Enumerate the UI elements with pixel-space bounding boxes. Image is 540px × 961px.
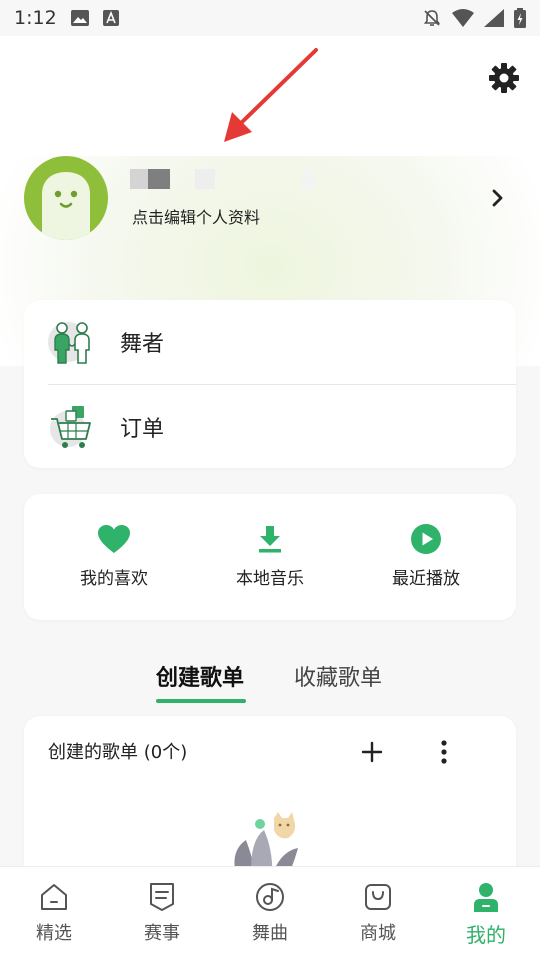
nav-item-dance-music[interactable]: 舞曲 [230,881,310,945]
add-icon[interactable] [360,740,384,764]
event-icon [150,883,174,911]
image-notification-icon [70,10,89,26]
nav-item-mine[interactable]: 我的 [446,881,526,948]
ghost-avatar-icon [42,172,90,240]
menu-item-dancer[interactable]: 舞者 [24,300,516,384]
bottom-navigation: 精选 赛事 舞曲 商城 我的 [0,866,540,961]
heart-icon [98,525,130,553]
playlist-tabs: 创建歌单 收藏歌单 [0,656,540,704]
menu-item-label: 舞者 [120,332,165,357]
profile-icon [474,883,498,912]
menu-item-orders[interactable]: 订单 [24,385,516,469]
app-notification-icon [102,10,119,26]
nav-label: 商城 [360,923,396,944]
quick-actions-card: 我的喜欢 本地音乐 最近播放 [24,494,516,620]
play-circle-icon [411,524,441,554]
status-time: 1:12 [14,7,57,29]
more-vertical-icon[interactable] [436,738,452,766]
shopping-cart-icon [50,406,91,448]
battery-icon [514,8,526,28]
nav-item-featured[interactable]: 精选 [14,881,94,945]
nav-label: 舞曲 [252,923,288,944]
tab-created-playlists[interactable]: 创建歌单 [156,660,244,692]
settings-gear-icon[interactable] [488,62,520,94]
active-tab-indicator [156,699,246,703]
signal-icon [484,9,504,27]
quick-action-local-music[interactable]: 本地音乐 [200,524,340,589]
quick-action-favorites[interactable]: 我的喜欢 [44,524,184,589]
profile-menu-card: 舞者 订单 [24,300,516,468]
status-bar: 1:12 [0,0,540,36]
nav-item-shop[interactable]: 商城 [338,881,418,945]
nav-label: 精选 [36,923,72,944]
music-disc-icon [256,883,284,911]
nav-label: 赛事 [144,923,180,944]
chevron-right-icon[interactable] [488,186,508,210]
menu-item-label: 订单 [120,417,165,442]
avatar[interactable] [24,156,108,240]
shop-bag-icon [365,884,391,910]
quick-action-label: 我的喜欢 [80,569,148,589]
mute-icon [423,10,441,26]
quick-action-recent[interactable]: 最近播放 [356,524,496,589]
nav-label: 我的 [466,923,506,947]
download-icon [259,526,281,553]
created-playlists-title: 创建的歌单 (0个) [48,742,188,763]
edit-profile-hint[interactable]: 点击编辑个人资料 [132,204,260,228]
quick-action-label: 本地音乐 [236,569,304,589]
header-top-area [0,36,540,156]
quick-action-label: 最近播放 [392,569,460,589]
nav-item-events[interactable]: 赛事 [122,881,202,945]
home-icon [41,884,67,910]
tab-collected-playlists[interactable]: 收藏歌单 [294,660,382,692]
username-blurred[interactable] [130,168,320,189]
dancer-people-icon [48,322,90,364]
wifi-icon [452,9,474,27]
